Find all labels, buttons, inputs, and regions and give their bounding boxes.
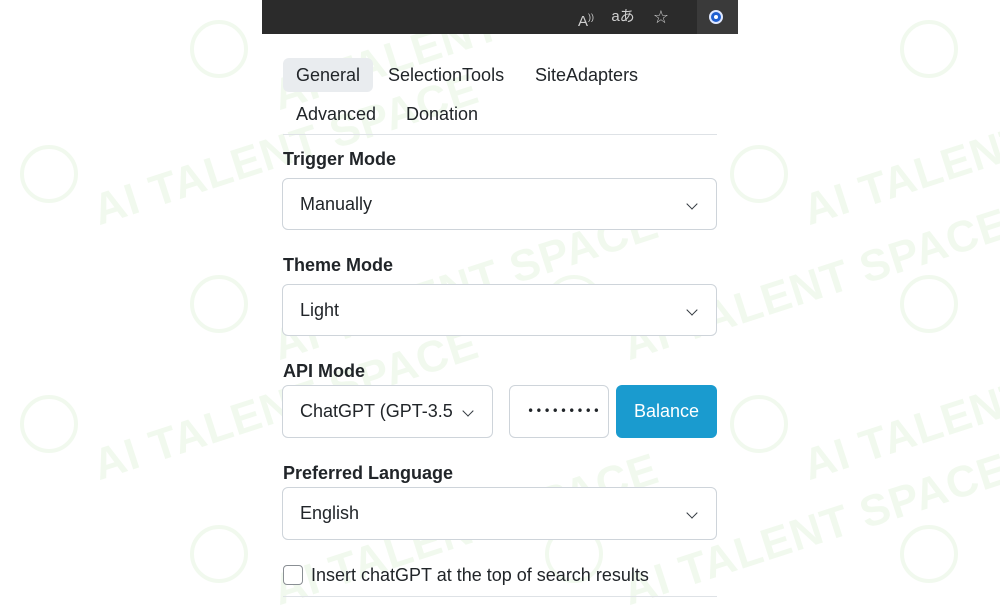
chevron-down-icon: [686, 198, 698, 210]
theme-mode-select[interactable]: Light: [282, 284, 717, 336]
watermark-logo-icon: [900, 20, 958, 78]
balance-button[interactable]: Balance: [616, 385, 717, 438]
section-divider: [283, 596, 717, 597]
trigger-mode-value: Manually: [300, 194, 373, 214]
theme-mode-label: Theme Mode: [283, 255, 394, 275]
api-mode-value: ChatGPT (GPT-3.5: [300, 401, 453, 421]
watermark-text: AI TALENT SPACE: [797, 64, 1000, 235]
watermark-logo-icon: [730, 145, 788, 203]
tab-general[interactable]: General: [283, 58, 374, 92]
watermark-logo-icon: [190, 275, 248, 333]
watermark-logo-icon: [190, 525, 248, 583]
tab-advanced[interactable]: Advanced: [283, 97, 389, 131]
watermark-logo-icon: [20, 395, 78, 453]
api-mode-select[interactable]: ChatGPT (GPT-3.5: [282, 385, 493, 438]
chevron-down-icon: [462, 405, 474, 417]
read-aloud-icon[interactable]: A)): [574, 7, 598, 30]
browser-toolbar: A)) aあ ☆: [262, 0, 738, 34]
insert-option-checkbox[interactable]: [283, 565, 303, 585]
watermark-text: AI TALENT SPACE: [797, 319, 1000, 490]
extension-button[interactable]: [697, 0, 738, 34]
api-mode-label: API Mode: [283, 361, 366, 381]
tab-donation[interactable]: Donation: [393, 97, 491, 131]
insert-option-label[interactable]: Insert chatGPT at the top of search resu…: [311, 564, 649, 586]
watermark-logo-icon: [900, 525, 958, 583]
theme-mode-value: Light: [300, 300, 340, 320]
favorites-icon[interactable]: ☆: [650, 7, 672, 27]
extension-icon: [709, 10, 723, 24]
watermark-logo-icon: [730, 395, 788, 453]
watermark-logo-icon: [190, 20, 248, 78]
preferred-language-select[interactable]: English: [282, 487, 717, 540]
tabs-divider: [283, 134, 717, 135]
watermark-logo-icon: [900, 275, 958, 333]
trigger-mode-label: Trigger Mode: [283, 149, 397, 169]
chevron-down-icon: [686, 304, 698, 316]
preferred-language-label: Preferred Language: [283, 463, 454, 483]
api-key-field[interactable]: •••••••••: [509, 385, 609, 438]
tab-selection-tools[interactable]: SelectionTools: [375, 58, 517, 92]
chevron-down-icon: [686, 507, 698, 519]
translate-icon[interactable]: aあ: [610, 7, 636, 27]
watermark-logo-icon: [20, 145, 78, 203]
trigger-mode-select[interactable]: Manually: [282, 178, 717, 230]
preferred-language-value: English: [300, 503, 360, 523]
tab-site-adapters[interactable]: SiteAdapters: [522, 58, 651, 92]
